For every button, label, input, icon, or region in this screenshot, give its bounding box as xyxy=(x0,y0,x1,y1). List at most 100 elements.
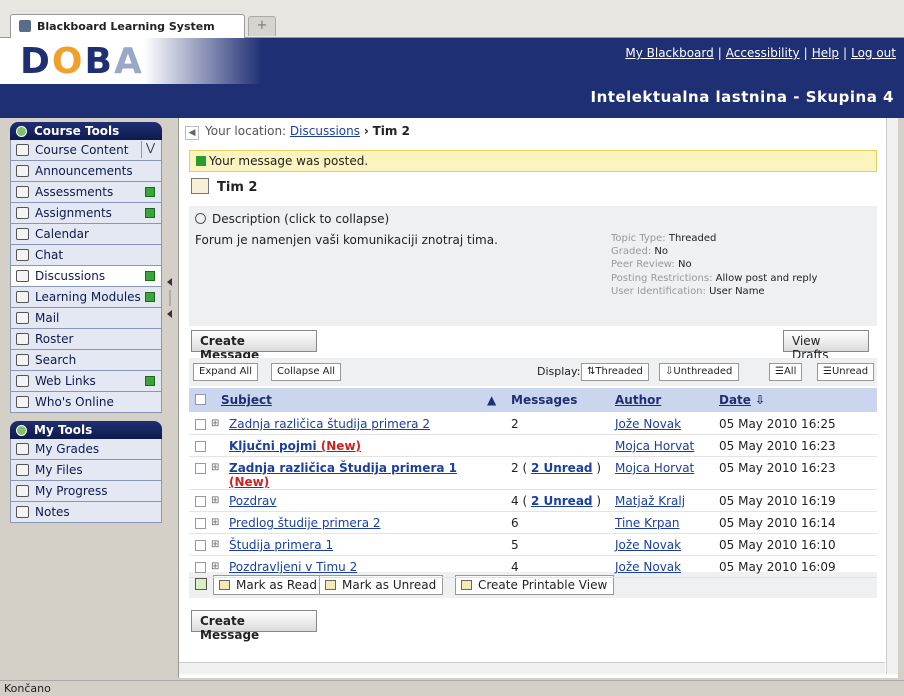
content-frame: ◀ Your location: Discussions › Tim 2 Your… xyxy=(178,118,898,678)
chat-icon xyxy=(16,249,29,261)
sidebar-item-roster[interactable]: Roster xyxy=(10,329,162,350)
sidebar-item-discussions[interactable]: Discussions xyxy=(10,266,162,287)
thread-toolbar: Expand All Collapse All Display: ⇅Thread… xyxy=(189,358,877,386)
forum-settings: Topic Type: Threaded Graded: No Peer Rev… xyxy=(611,233,818,297)
row-checkbox[interactable] xyxy=(195,496,206,507)
expand-thread-icon[interactable]: ⊞ xyxy=(211,418,219,429)
thread-subject-link[interactable]: Predlog študije primera 2 xyxy=(229,516,381,530)
row-checkbox[interactable] xyxy=(195,419,206,430)
sidebar-item-learning-modules[interactable]: Learning Modules xyxy=(10,287,162,308)
table-row: Ključni pojmi (New) Mojca Horvat 05 May 20… xyxy=(189,436,877,457)
author-link[interactable]: Matjaž Kralj xyxy=(615,494,685,508)
assignments-icon xyxy=(16,207,29,219)
my-blackboard-link[interactable]: My Blackboard xyxy=(625,46,713,60)
thread-subject-link[interactable]: Pozdravljeni v Timu 2 xyxy=(229,560,357,574)
grades-icon xyxy=(16,443,29,455)
expand-thread-icon[interactable]: ⊞ xyxy=(211,462,219,473)
horizontal-scrollbar[interactable] xyxy=(179,662,885,674)
row-checkbox[interactable] xyxy=(195,463,206,474)
my-tools-icon xyxy=(16,425,27,436)
discussions-icon xyxy=(16,270,29,282)
sidebar-item-assessments[interactable]: Assessments xyxy=(10,182,162,203)
author-link[interactable]: Jože Novak xyxy=(615,538,681,552)
collapse-sidebar-handle[interactable] xyxy=(166,278,174,318)
sidebar-item-search[interactable]: Search xyxy=(10,350,162,371)
search-icon xyxy=(16,354,29,366)
show-unread-button[interactable]: ☰Unread xyxy=(817,363,875,381)
sidebar-item-my-progress[interactable]: My Progress xyxy=(10,481,162,502)
mark-as-read-button[interactable]: Mark as Read xyxy=(213,575,324,595)
unthreaded-view-button[interactable]: ⇩Unthreaded xyxy=(659,363,739,381)
breadcrumb-discussions-link[interactable]: Discussions xyxy=(290,124,360,138)
new-tab-button[interactable]: + xyxy=(248,16,276,36)
author-link[interactable]: Jože Novak xyxy=(615,417,681,431)
back-arrow-icon[interactable]: ◀ xyxy=(185,126,199,140)
thread-subject-link[interactable]: Zadnja različica študija primera 2 xyxy=(229,417,430,431)
view-drafts-button[interactable]: View Drafts xyxy=(783,330,869,362)
sidebar-item-my-files[interactable]: My Files xyxy=(10,460,162,481)
create-printable-view-button[interactable]: Create Printable View xyxy=(455,575,615,595)
sidebar-item-mail[interactable]: Mail xyxy=(10,308,162,329)
show-all-button[interactable]: ☰All xyxy=(769,363,803,381)
post-date: 05 May 2010 16:10 xyxy=(719,538,836,552)
sidebar-item-my-grades[interactable]: My Grades xyxy=(10,439,162,460)
header-links: My Blackboard | Accessibility | Help | Log out xyxy=(625,46,896,60)
author-link[interactable]: Mojca Horvat xyxy=(615,461,694,475)
sidebar-item-chat[interactable]: Chat xyxy=(10,245,162,266)
vertical-scrollbar[interactable] xyxy=(886,118,898,674)
row-checkbox[interactable] xyxy=(195,441,206,452)
create-message-button[interactable]: Create Message xyxy=(191,330,317,362)
browser-tab[interactable]: Blackboard Learning System xyxy=(10,14,245,38)
chevron-down-icon[interactable]: ⋁ xyxy=(141,141,159,158)
thread-subject-link[interactable]: Študija primera 1 xyxy=(229,538,333,552)
select-all-checkbox[interactable] xyxy=(195,394,206,405)
thread-subject-link[interactable]: Ključni pojmi (New) xyxy=(229,439,361,453)
expand-thread-icon[interactable]: ⊞ xyxy=(211,495,219,506)
row-checkbox[interactable] xyxy=(195,518,206,529)
author-link[interactable]: Tine Krpan xyxy=(615,516,679,530)
author-link[interactable]: Jože Novak xyxy=(615,560,681,574)
log-out-link[interactable]: Log out xyxy=(851,46,896,60)
course-tools-icon xyxy=(16,126,27,137)
table-row: ⊞ Predlog študije primera 2 6 Tine Krpan 05 … xyxy=(189,513,877,534)
collapse-all-button[interactable]: Collapse All xyxy=(271,363,342,381)
thread-subject-link[interactable]: Zadnja različica Študija primera 1 (New) xyxy=(229,461,457,489)
tab-title: Blackboard Learning System xyxy=(37,20,215,33)
sidebar-item-notes[interactable]: Notes xyxy=(10,502,162,523)
thread-subject-link[interactable]: Pozdrav xyxy=(229,494,276,508)
expand-all-button[interactable]: Expand All xyxy=(193,363,258,381)
description-toggle[interactable]: Description (click to collapse) xyxy=(195,212,389,226)
sidebar-item-assignments[interactable]: Assignments xyxy=(10,203,162,224)
threaded-view-button[interactable]: ⇅Threaded xyxy=(581,363,649,381)
help-link[interactable]: Help xyxy=(812,46,839,60)
sidebar-item-web-links[interactable]: Web Links xyxy=(10,371,162,392)
table-row: ⊞ Pozdravljeni v Timu 2 4 Jože Novak 05 May … xyxy=(189,557,877,578)
unread-count-link[interactable]: 2 Unread xyxy=(531,461,593,475)
row-checkbox[interactable] xyxy=(195,540,206,551)
checkmark-icon xyxy=(196,156,206,166)
post-date: 05 May 2010 16:25 xyxy=(719,417,836,431)
sidebar-item-course-content[interactable]: Course Content ⋁ xyxy=(10,140,162,161)
author-link[interactable]: Mojca Horvat xyxy=(615,439,694,453)
announcements-icon xyxy=(16,165,29,177)
sort-descending-icon: ⇩ xyxy=(755,393,766,407)
unread-icon: ☰ xyxy=(823,366,832,377)
expand-thread-icon[interactable]: ⊞ xyxy=(211,517,219,528)
sidebar-item-whos-online[interactable]: Who's Online xyxy=(10,392,162,413)
collapse-icon xyxy=(195,213,206,224)
mark-as-unread-button[interactable]: Mark as Unread xyxy=(319,575,444,595)
table-row: ⊞ Zadnja različica Študija primera 1 (New)… xyxy=(189,458,877,490)
unread-count-link[interactable]: 2 Unread xyxy=(531,494,593,508)
expand-thread-icon[interactable]: ⊞ xyxy=(211,561,219,572)
sidebar-item-calendar[interactable]: Calendar xyxy=(10,224,162,245)
expand-thread-icon[interactable]: ⊞ xyxy=(211,539,219,550)
browser-tab-strip: Blackboard Learning System + xyxy=(0,0,904,38)
subject-column-header[interactable]: Subject xyxy=(221,393,272,407)
accessibility-link[interactable]: Accessibility xyxy=(726,46,800,60)
create-message-button-bottom[interactable]: Create Message xyxy=(191,610,317,642)
author-column-header[interactable]: Author xyxy=(615,393,661,407)
new-badge: (New) xyxy=(229,475,270,489)
sidebar-item-announcements[interactable]: Announcements xyxy=(10,161,162,182)
date-column-header[interactable]: Date xyxy=(719,393,751,407)
row-checkbox[interactable] xyxy=(195,562,206,573)
